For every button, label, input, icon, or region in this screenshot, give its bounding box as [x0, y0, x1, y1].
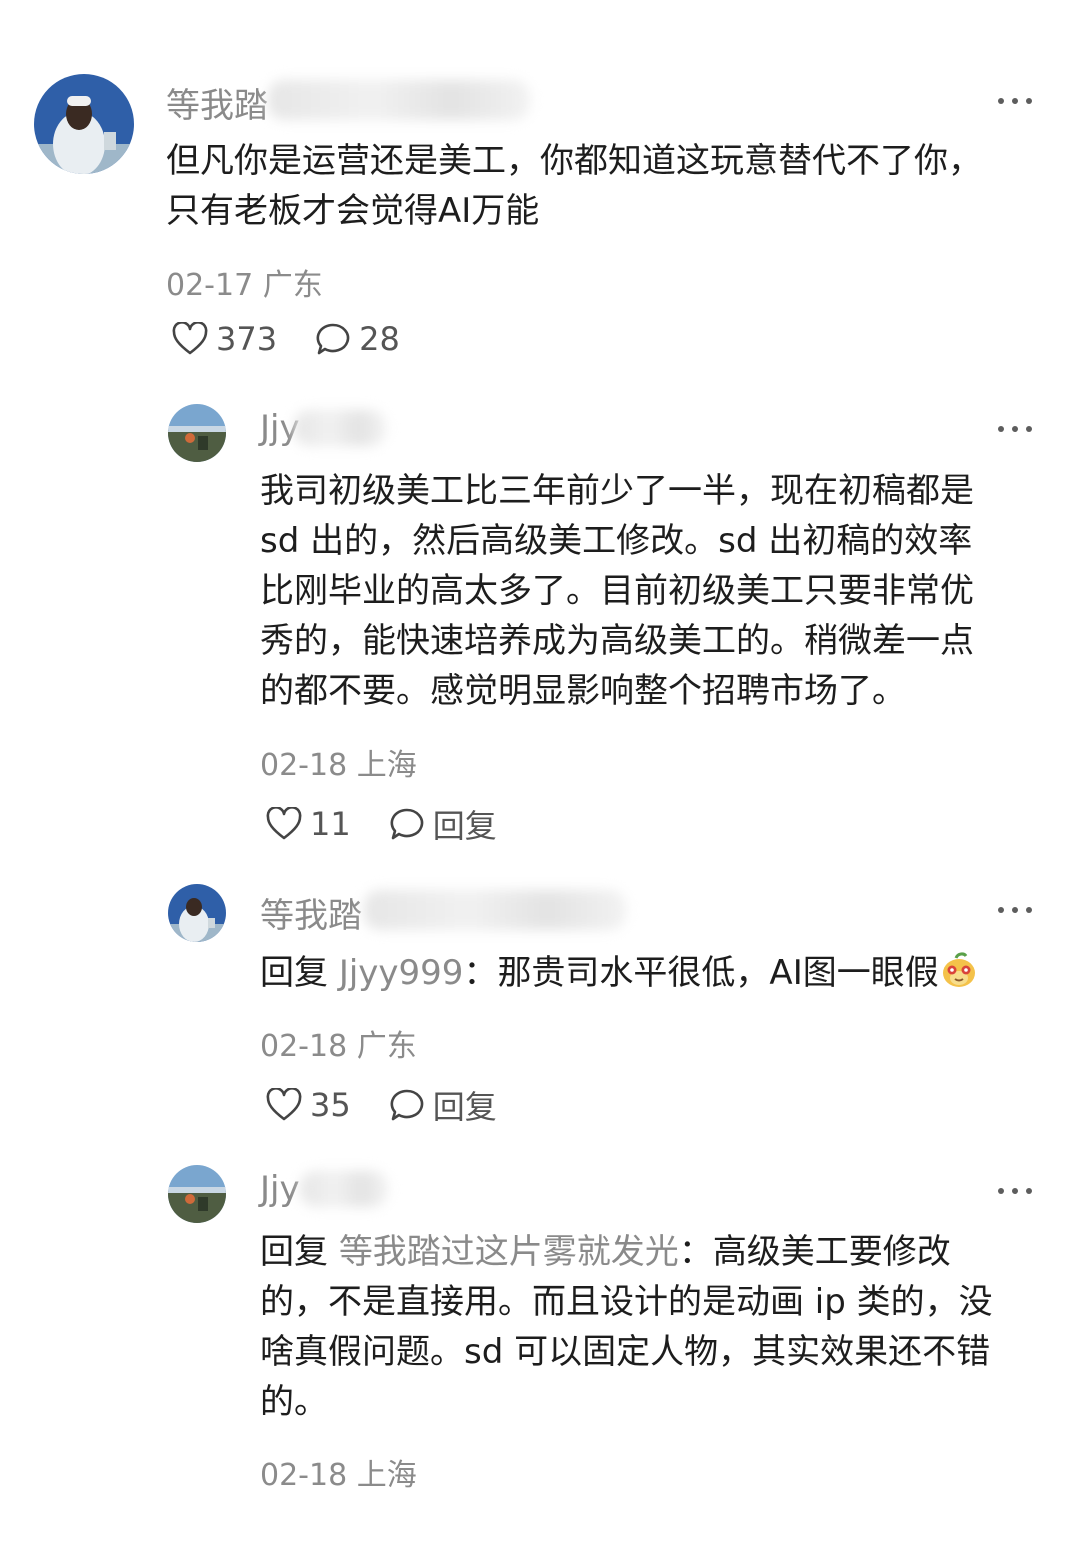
avatar[interactable]	[34, 74, 134, 174]
like-count: 11	[310, 805, 351, 843]
avatar[interactable]	[168, 884, 226, 942]
username-blur	[268, 80, 530, 120]
comment-button[interactable]: 28	[315, 320, 400, 358]
comment-location: 广东	[356, 1029, 417, 1064]
like-count: 35	[310, 1086, 351, 1124]
username[interactable]: Jjy	[260, 1169, 300, 1209]
comment-location: 上海	[356, 1458, 417, 1493]
reply-prefix: 回复	[260, 1232, 328, 1272]
comment-content: 回复 等我踏过这片雾就发光：高级美工要修改 的，不是直接用。而且设计的是动画 i…	[260, 1232, 993, 1422]
comment-content: 但凡你是运营还是美工，你都知道这玩意替代不了你， 只有老板才会觉得AI万能	[166, 141, 982, 231]
mention-link[interactable]: Jjyy999	[339, 953, 464, 993]
heart-icon	[172, 322, 208, 355]
avatar[interactable]	[168, 1165, 226, 1223]
username-blur	[300, 1171, 388, 1207]
emoji-icon	[942, 952, 975, 987]
comment-count: 28	[359, 320, 400, 358]
username-blur	[364, 890, 626, 930]
like-button[interactable]: 373	[172, 320, 277, 358]
more-icon[interactable]	[998, 905, 1032, 915]
mention-link[interactable]: 等我踏过这片雾就发光	[339, 1232, 679, 1272]
comment-actions: 35 回复	[266, 1082, 535, 1128]
heart-icon	[266, 807, 302, 840]
username[interactable]: 等我踏	[166, 78, 268, 127]
comment-date: 02-17	[166, 268, 254, 303]
comment-meta: 02-18 上海	[260, 1450, 417, 1494]
like-count: 373	[216, 320, 278, 358]
comment-actions: 11 回复	[266, 801, 535, 847]
comment-bubble-icon	[316, 323, 350, 355]
more-icon[interactable]	[998, 96, 1032, 106]
like-button[interactable]: 35	[266, 1086, 351, 1124]
reply-label: 回复	[432, 1088, 497, 1126]
comment-date: 02-18	[260, 748, 348, 783]
username[interactable]: 等我踏	[260, 888, 362, 937]
reply-button[interactable]: 回复	[389, 801, 497, 847]
comment-meta: 02-18 广东	[260, 1021, 417, 1065]
comment-content: 回复 Jjyy999：那贵司水平很低，AI图一眼假	[260, 948, 979, 998]
reply-prefix: 回复	[260, 953, 328, 993]
comment-bubble-icon	[390, 1089, 423, 1121]
comment-meta: 02-17 广东	[166, 260, 323, 304]
comment-date: 02-18	[260, 1029, 348, 1064]
comment-content: 我司初级美工比三年前少了一半，现在初稿都是 sd 出的，然后高级美工修改。sd …	[260, 471, 974, 711]
comment-date: 02-18	[260, 1458, 348, 1493]
reply-button[interactable]: 回复	[389, 1082, 497, 1128]
like-button[interactable]: 11	[266, 805, 351, 843]
more-icon[interactable]	[998, 424, 1032, 434]
comment-bubble-icon	[390, 808, 423, 840]
username-blur	[294, 410, 386, 446]
comment-meta: 02-18 上海	[260, 740, 417, 784]
avatar[interactable]	[168, 404, 226, 462]
comment-location: 广东	[262, 268, 323, 303]
comment-actions: 373 28	[172, 320, 438, 358]
more-icon[interactable]	[998, 1186, 1032, 1196]
comment-location: 上海	[356, 748, 417, 783]
reply-label: 回复	[432, 807, 497, 845]
heart-icon	[266, 1088, 302, 1121]
